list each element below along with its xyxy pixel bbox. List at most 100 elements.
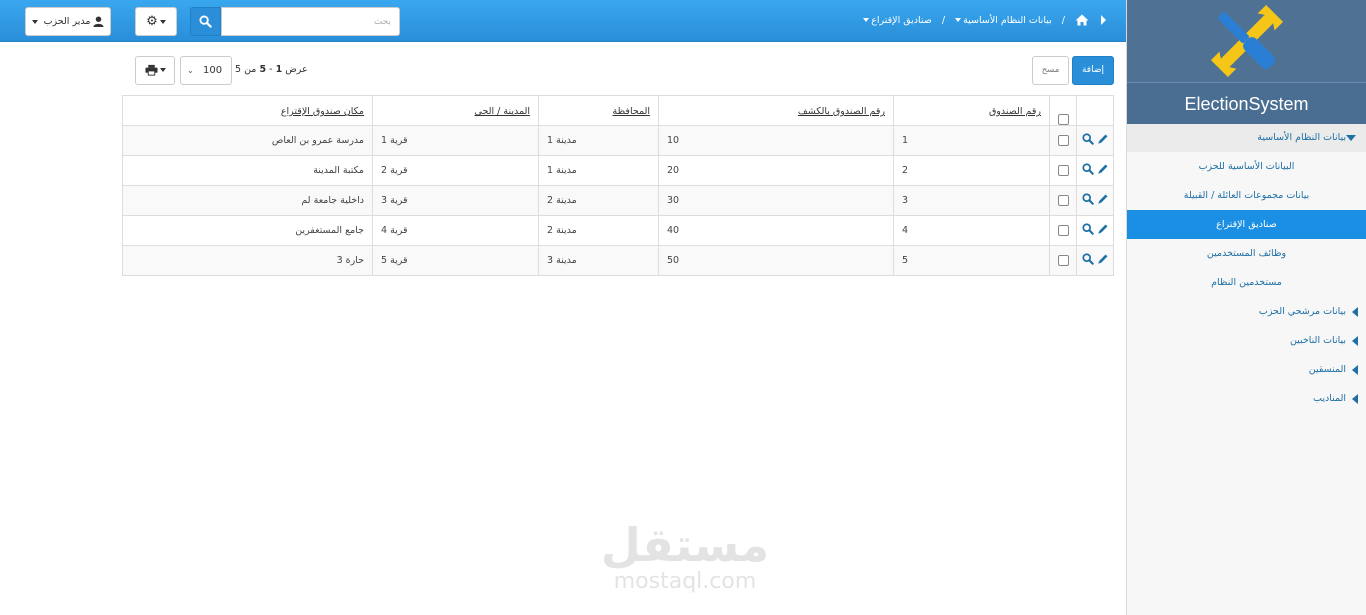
column-header-box-list-number[interactable]: رقم الصندوق بالكشف bbox=[658, 95, 894, 126]
sidebar-item-label: المناديب bbox=[1313, 393, 1346, 404]
sidebar-item-system-users[interactable]: مستخدمين النظام bbox=[1127, 268, 1366, 297]
caret-down-icon bbox=[863, 18, 870, 22]
app-title: ElectionSystem bbox=[1127, 82, 1366, 124]
column-header-city[interactable]: المدينة / الحي bbox=[372, 95, 539, 126]
cell-governorate: مدينة 2 bbox=[538, 215, 659, 246]
column-header-governorate[interactable]: المحافظة bbox=[538, 95, 659, 126]
pager-dash: - bbox=[269, 64, 273, 75]
sidebar-item-label: المنسقين bbox=[1308, 364, 1346, 375]
cell-city: قرية 4 bbox=[372, 215, 539, 246]
view-search-icon[interactable] bbox=[1082, 133, 1094, 145]
caret-left-icon bbox=[1352, 336, 1358, 346]
actions-header bbox=[1076, 95, 1114, 126]
view-search-icon[interactable] bbox=[1082, 253, 1094, 265]
caret-left-icon bbox=[1352, 365, 1358, 375]
sidebar-item-candidates[interactable]: بيانات مرشحي الحزب bbox=[1127, 297, 1366, 326]
edit-pencil-icon[interactable] bbox=[1097, 253, 1109, 265]
sidebar-item-family-groups[interactable]: بيانات مجموعات العائلة / القبيلة bbox=[1127, 181, 1366, 210]
cell-box-number: 5 bbox=[893, 245, 1050, 276]
view-search-icon[interactable] bbox=[1082, 223, 1094, 235]
row-checkbox[interactable] bbox=[1057, 135, 1069, 146]
table-header-row: رقم الصندوق رقم الصندوق بالكشف المحافظة … bbox=[122, 95, 1114, 126]
cell-governorate: مدينة 2 bbox=[538, 185, 659, 216]
cell-governorate: مدينة 3 bbox=[538, 245, 659, 276]
caret-down-icon bbox=[1346, 135, 1356, 141]
cell-location: جامع المستغفرين bbox=[122, 215, 373, 246]
cell-city: قرية 5 bbox=[372, 245, 539, 276]
row-select bbox=[1049, 215, 1077, 246]
row-select bbox=[1049, 125, 1077, 156]
cell-box-list-number: 40 bbox=[658, 215, 894, 246]
edit-pencil-icon[interactable] bbox=[1097, 223, 1109, 235]
table-row: 4 40 مدينة 2 قرية 4 جامع المستغفرين bbox=[122, 215, 1114, 246]
sidebar-item-label: بيانات مجموعات العائلة / القبيلة bbox=[1183, 190, 1310, 201]
cell-box-list-number: 30 bbox=[658, 185, 894, 216]
cell-box-number: 3 bbox=[893, 185, 1050, 216]
print-icon bbox=[144, 64, 158, 76]
caret-down-icon bbox=[159, 19, 166, 24]
select-all-checkbox[interactable] bbox=[1057, 114, 1069, 125]
sidebar-item-user-roles[interactable]: وظائف المستخدمين bbox=[1127, 239, 1366, 268]
sidebar-item-party-basic-data[interactable]: البيانات الأساسية للحزب bbox=[1127, 152, 1366, 181]
top-navbar: مدير الحزب ⚙ / بيانات النظام الأساسية / … bbox=[0, 0, 1126, 42]
sidebar-item-label: صناديق الإقتراع bbox=[1216, 219, 1277, 230]
cell-city: قرية 3 bbox=[372, 185, 539, 216]
row-actions bbox=[1076, 125, 1114, 156]
breadcrumb-item-basic-data[interactable]: بيانات النظام الأساسية bbox=[955, 15, 1052, 26]
sidebar-item-label: البيانات الأساسية للحزب bbox=[1198, 161, 1295, 172]
settings-button[interactable]: ⚙ bbox=[135, 7, 177, 36]
page-size-select[interactable]: ⌄ 100 bbox=[180, 56, 232, 85]
breadcrumb-separator: / bbox=[941, 14, 946, 26]
sidebar-toggle-icon[interactable] bbox=[1101, 15, 1106, 25]
row-checkbox[interactable] bbox=[1057, 195, 1069, 206]
sidebar-item-basic-data[interactable]: بيانات النظام الأساسية bbox=[1127, 124, 1366, 152]
cell-box-number: 1 bbox=[893, 125, 1050, 156]
user-name: مدير الحزب bbox=[43, 16, 91, 27]
row-checkbox[interactable] bbox=[1057, 165, 1069, 176]
cell-box-list-number: 20 bbox=[658, 155, 894, 186]
select-all-header bbox=[1049, 95, 1077, 126]
breadcrumb-separator: / bbox=[1061, 14, 1065, 26]
sidebar-nav: بيانات النظام الأساسية البيانات الأساسية… bbox=[1127, 124, 1366, 413]
add-button[interactable]: إضافة bbox=[1072, 56, 1114, 85]
sidebar-item-ballot-boxes[interactable]: صناديق الإقتراع bbox=[1127, 210, 1366, 239]
row-checkbox[interactable] bbox=[1057, 255, 1069, 266]
sidebar-item-label: مستخدمين النظام bbox=[1211, 277, 1282, 288]
cell-governorate: مدينة 1 bbox=[538, 125, 659, 156]
column-header-box-number[interactable]: رقم الصندوق bbox=[893, 95, 1050, 126]
column-header-location[interactable]: مكان صندوق الإقتراع bbox=[122, 95, 373, 126]
print-button[interactable] bbox=[135, 56, 175, 85]
sidebar-item-coordinators[interactable]: المنسقين bbox=[1127, 355, 1366, 384]
breadcrumb-item-ballot-boxes[interactable]: صناديق الإقتراع bbox=[863, 15, 932, 26]
cell-box-list-number: 50 bbox=[658, 245, 894, 276]
row-actions bbox=[1076, 185, 1114, 216]
home-icon[interactable] bbox=[1075, 14, 1089, 26]
sidebar-item-delegates[interactable]: المناديب bbox=[1127, 384, 1366, 413]
sidebar-item-voters[interactable]: بيانات الناخبين bbox=[1127, 326, 1366, 355]
search-input[interactable] bbox=[221, 7, 400, 36]
search-button[interactable] bbox=[190, 7, 221, 36]
edit-pencil-icon[interactable] bbox=[1097, 193, 1109, 205]
view-search-icon[interactable] bbox=[1082, 163, 1094, 175]
ballot-boxes-table: رقم الصندوق رقم الصندوق بالكشف المحافظة … bbox=[122, 95, 1114, 276]
clear-button[interactable]: مسح bbox=[1032, 56, 1069, 85]
cell-box-list-number: 10 bbox=[658, 125, 894, 156]
pager-total: 5 bbox=[235, 64, 242, 75]
view-search-icon[interactable] bbox=[1082, 193, 1094, 205]
cell-box-number: 2 bbox=[893, 155, 1050, 186]
breadcrumb-label: بيانات النظام الأساسية bbox=[963, 14, 1052, 26]
table-row: 3 30 مدينة 2 قرية 3 داخلية جامعة لم bbox=[122, 185, 1114, 216]
caret-down-icon bbox=[159, 68, 166, 72]
cell-box-number: 4 bbox=[893, 215, 1050, 246]
edit-pencil-icon[interactable] bbox=[1097, 133, 1109, 145]
breadcrumb: / بيانات النظام الأساسية / صناديق الإقتر… bbox=[863, 14, 1106, 26]
row-actions bbox=[1076, 155, 1114, 186]
sidebar-item-label: وظائف المستخدمين bbox=[1206, 248, 1287, 259]
cell-governorate: مدينة 1 bbox=[538, 155, 659, 186]
cell-city: قرية 2 bbox=[372, 155, 539, 186]
edit-pencil-icon[interactable] bbox=[1097, 163, 1109, 175]
user-icon bbox=[93, 16, 104, 27]
row-select bbox=[1049, 245, 1077, 276]
user-menu-button[interactable]: مدير الحزب bbox=[25, 7, 111, 36]
row-checkbox[interactable] bbox=[1057, 225, 1069, 236]
